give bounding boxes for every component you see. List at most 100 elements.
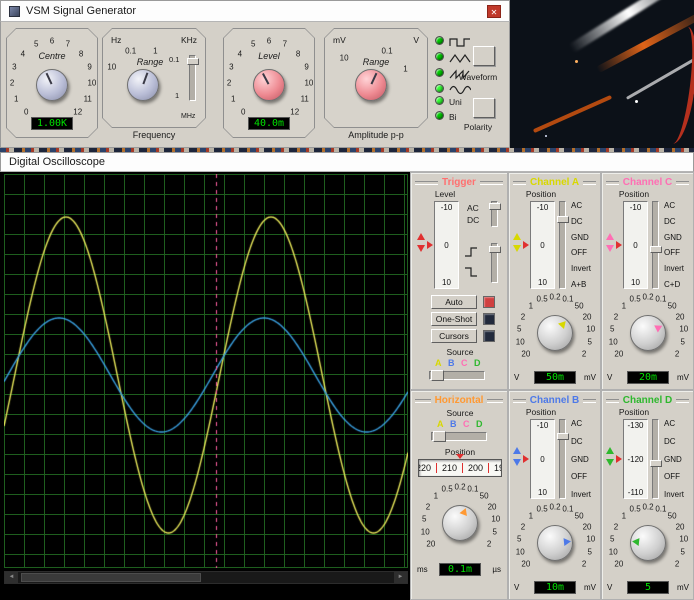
channel-a-coupling-slider[interactable] (559, 201, 566, 289)
frequency-range-knob[interactable] (127, 69, 159, 101)
position-down-arrow[interactable] (606, 459, 614, 466)
trigger-dc-label[interactable]: DC (467, 215, 479, 225)
frequency-multiplier-slider[interactable] (189, 55, 196, 101)
knob-pointer (46, 73, 53, 85)
coupling-option[interactable]: GND (571, 455, 591, 464)
channel-a-gain-knob[interactable] (537, 315, 573, 351)
channel-d-gain-knob[interactable] (630, 525, 666, 561)
position-down-arrow[interactable] (513, 459, 521, 466)
position-up-arrow[interactable] (513, 447, 521, 454)
channel-c-display-row: V 20m mV (602, 371, 693, 385)
trigger-level-down-arrow[interactable] (417, 245, 425, 252)
channel-b-coupling-slider[interactable] (559, 419, 566, 499)
dial-label: 20 (676, 312, 685, 321)
channel-c-coupling-slider[interactable] (652, 201, 659, 289)
trigger-edge-thumb[interactable] (489, 246, 501, 253)
dial-label: 5 (610, 535, 614, 544)
cursors-button[interactable]: Cursors (431, 329, 477, 343)
dial-label: 20 (521, 350, 530, 359)
centre-panel-face: 0123456789101112 Centre 1.00K (7, 29, 97, 137)
channel-a-title: Channel A (513, 177, 596, 188)
coupling-option[interactable]: GND (664, 455, 684, 464)
dial-label: 5 (422, 515, 426, 524)
coupling-option[interactable]: Invert (664, 490, 684, 499)
coupling-option[interactable]: Invert (571, 264, 591, 273)
coupling-option[interactable]: AC (664, 201, 684, 210)
us-unit-label: µs (492, 565, 501, 574)
level-knob[interactable] (253, 69, 285, 101)
channel-b-coupling-thumb[interactable] (557, 433, 569, 440)
polarity-button[interactable] (473, 98, 495, 118)
auto-button[interactable]: Auto (431, 295, 477, 309)
scroll-right-icon[interactable]: ► (394, 572, 407, 583)
frequency-multiplier-thumb[interactable] (187, 58, 199, 65)
scroll-left-icon[interactable]: ◄ (5, 572, 18, 583)
position-up-arrow[interactable] (606, 447, 614, 454)
trigger-coupling-thumb[interactable] (489, 203, 501, 210)
amplitude-range-knob[interactable] (355, 69, 387, 101)
trigger-source-thumb[interactable] (431, 370, 444, 381)
trigger-level-up-arrow[interactable] (417, 233, 425, 240)
dial-label: 10 (304, 79, 313, 88)
waveform-caption: Waveform (447, 72, 509, 82)
trigger-coupling-slider[interactable] (491, 201, 498, 227)
oscilloscope-titlebar[interactable]: Digital Oscilloscope (0, 152, 694, 172)
position-scale-number: 10 (538, 278, 547, 287)
horizontal-source-thumb[interactable] (433, 431, 446, 442)
channel-c-coupling-thumb[interactable] (650, 246, 662, 253)
channel-a-coupling-thumb[interactable] (557, 216, 569, 223)
dial-label: 2 (521, 312, 525, 321)
dial-label: 1 (622, 512, 626, 521)
coupling-option[interactable]: OFF (664, 472, 684, 481)
signal-generator-titlebar[interactable]: VSM Signal Generator ✕ (0, 0, 510, 22)
level-panel-face: 0123456789101112 Level 40.0m (224, 29, 314, 137)
coupling-option[interactable]: DC (664, 217, 684, 226)
coupling-option[interactable]: AC (664, 419, 684, 428)
position-down-arrow[interactable] (513, 245, 521, 252)
close-icon[interactable]: ✕ (487, 5, 501, 18)
channel-b-position-control: -10010 ACDCGNDOFFInvert (509, 419, 600, 499)
channel-c-gain-knob[interactable] (630, 315, 666, 351)
coupling-option[interactable]: AC (571, 201, 591, 210)
coupling-option[interactable]: DC (571, 217, 591, 226)
dial-label: 0.1 (562, 505, 573, 514)
coupling-option[interactable]: C+D (664, 280, 684, 289)
waveform-button[interactable] (473, 46, 495, 66)
coupling-option[interactable]: DC (664, 437, 684, 446)
coupling-option[interactable]: GND (664, 233, 684, 242)
coupling-option[interactable]: GND (571, 233, 591, 242)
dial-label: 0.2 (454, 483, 465, 492)
centre-knob[interactable] (36, 69, 68, 101)
trigger-level-control: -10010 AC DC (411, 201, 507, 289)
coupling-option[interactable]: OFF (571, 248, 591, 257)
channel-d-coupling-slider[interactable] (652, 419, 659, 499)
scrollbar-thumb[interactable] (21, 573, 201, 582)
trigger-source-slider[interactable] (429, 371, 485, 380)
dial-label: 0.1 (381, 46, 392, 55)
coupling-option[interactable]: DC (571, 437, 591, 446)
channel-d-position-label: Position (602, 407, 666, 417)
coupling-option[interactable]: A+B (571, 280, 591, 289)
coupling-option[interactable]: AC (571, 419, 591, 428)
timebase-knob[interactable] (442, 505, 478, 541)
dial-label: 11 (84, 94, 92, 103)
position-down-arrow[interactable] (606, 245, 614, 252)
position-up-arrow[interactable] (513, 233, 521, 240)
one-shot-button[interactable]: One-Shot (431, 312, 477, 326)
horizontal-source-slider[interactable] (431, 432, 487, 441)
position-up-arrow[interactable] (606, 233, 614, 240)
source-d-label: D (476, 419, 483, 429)
screen-scrollbar[interactable]: ◄ ► (4, 571, 408, 584)
channel-b-gain-knob[interactable] (537, 525, 573, 561)
channel-d-coupling-thumb[interactable] (650, 460, 662, 467)
coupling-option[interactable]: OFF (571, 472, 591, 481)
coupling-option[interactable]: OFF (664, 248, 684, 257)
dial-label: 6 (50, 37, 54, 46)
knob-pointer (262, 73, 269, 85)
one-shot-indicator (483, 313, 495, 325)
coupling-option[interactable]: Invert (571, 490, 591, 499)
dial-label: 2 (675, 560, 679, 569)
trigger-edge-slider[interactable] (491, 243, 498, 283)
trigger-ac-label[interactable]: AC (467, 203, 479, 213)
coupling-option[interactable]: Invert (664, 264, 684, 273)
